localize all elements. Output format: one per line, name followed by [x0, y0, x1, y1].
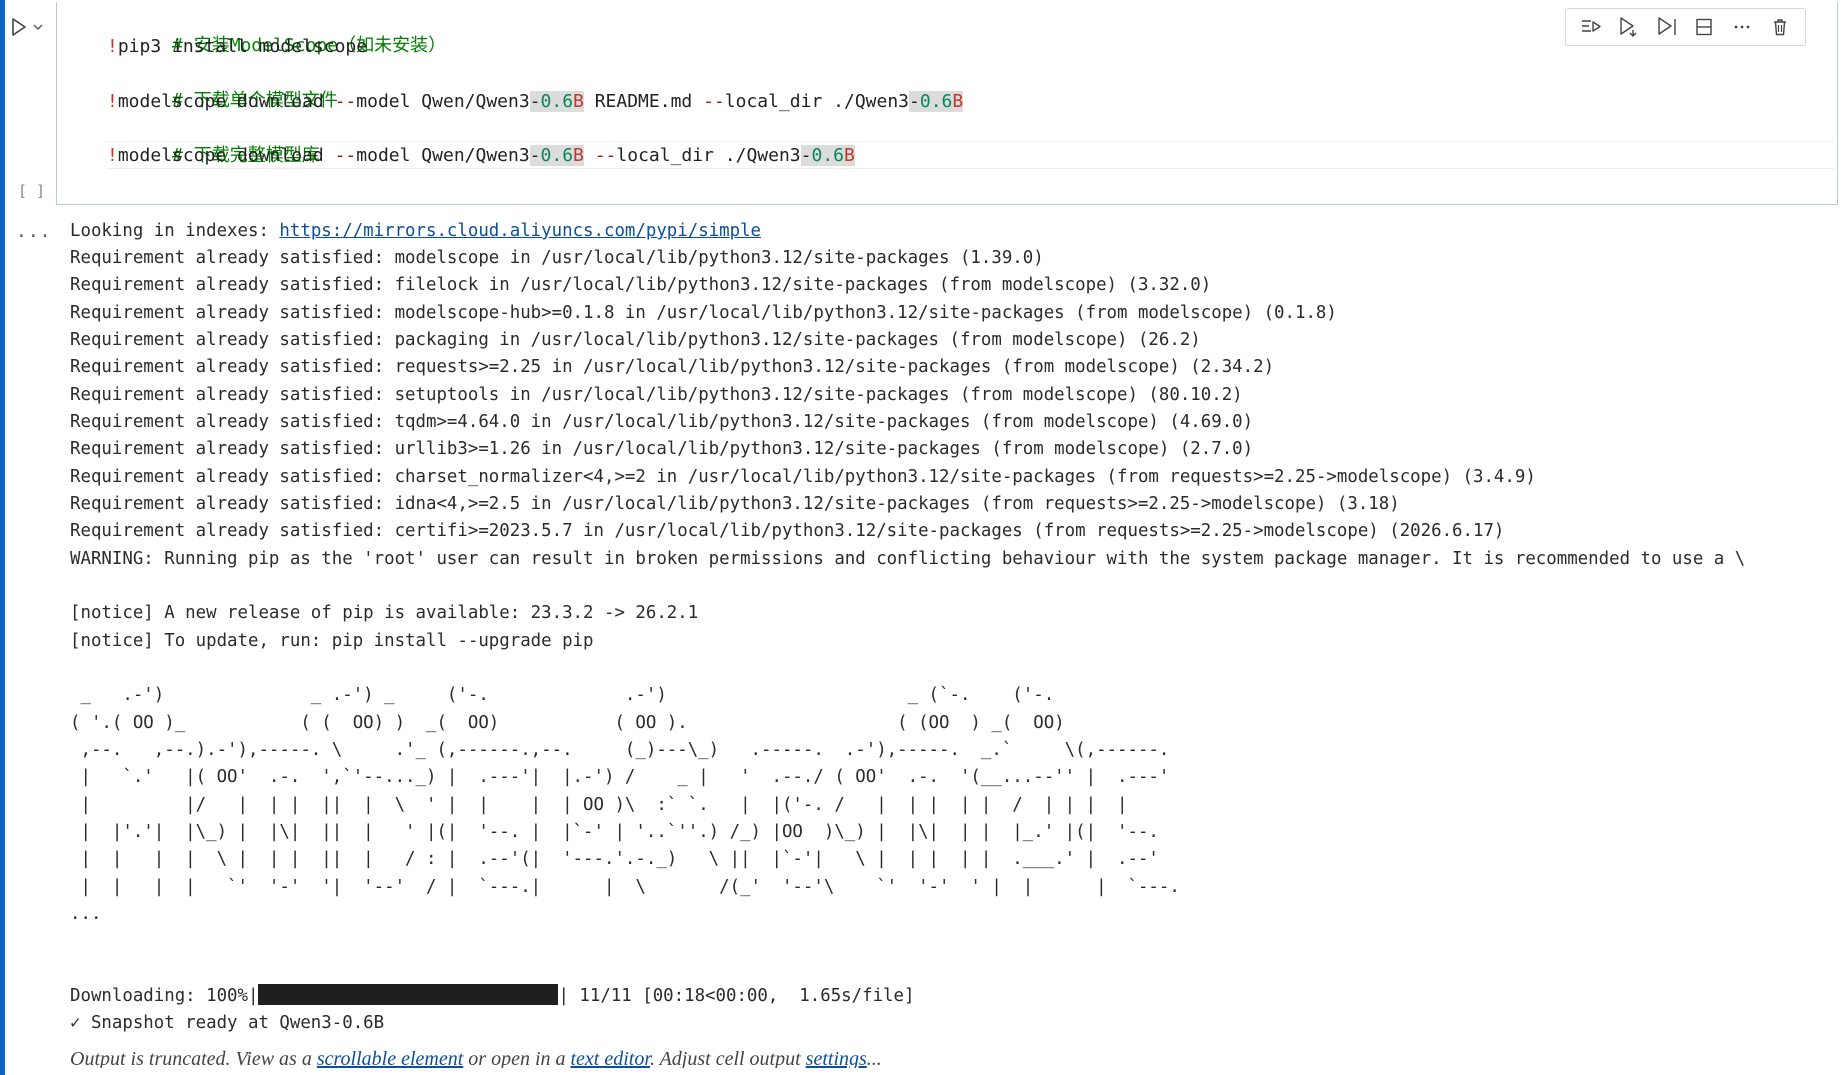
code-line[interactable]: # 下载完整模型库: [107, 115, 320, 166]
output-line: Looking in indexes: https://mirrors.clou…: [70, 221, 762, 241]
output-line: Requirement already satisfied: filelock …: [70, 275, 1212, 295]
execution-count: [ ]: [18, 182, 46, 200]
output-line: Requirement already satisfied: requests>…: [70, 357, 1275, 377]
run-below-button[interactable]: [1614, 12, 1644, 42]
run-above-button[interactable]: [1576, 12, 1606, 42]
ascii-art-line: _ .-') _ .-') _ ('-. .-') _ (`-. ('-.: [70, 685, 1055, 705]
run-below-icon: [1620, 17, 1637, 37]
ascii-art-line: ( '.( OO )_ ( ( OO) ) _( OO) ( OO ). ( (…: [70, 713, 1065, 733]
code-line[interactable]: !modelscope download --model Qwen/Qwen3-…: [107, 88, 964, 115]
code-highlight: -0.6B: [529, 91, 584, 112]
settings-link[interactable]: settings: [806, 1048, 867, 1068]
ellipsis-line: ...: [70, 904, 102, 924]
play-icon: [12, 18, 26, 36]
code-flag: --: [594, 145, 617, 166]
shell-bang: !: [107, 145, 118, 166]
cell-toolbar: [1565, 8, 1806, 46]
run-cell-and-below-button[interactable]: [1652, 12, 1682, 42]
code-highlight: -0.6B: [529, 145, 584, 166]
text-editor-link[interactable]: text editor: [571, 1048, 650, 1068]
cell-focus-bar: [0, 0, 5, 1075]
run-cell-and-below-icon: [1657, 17, 1676, 35]
code-highlight: -0.6B: [800, 145, 855, 166]
output-truncated-notice: Output is truncated. View as a scrollabl…: [70, 1048, 882, 1068]
output-line: Requirement already satisfied: setuptool…: [70, 385, 1243, 405]
more-icon: [1734, 25, 1750, 29]
code-line[interactable]: !modelscope download --model Qwen/Qwen3-…: [107, 142, 855, 169]
code-text: README.md: [583, 91, 704, 112]
download-progress-line: Downloading: 100%| | 11/11 [00:18<00:00, …: [70, 984, 915, 1006]
output-line: Requirement already satisfied: modelscop…: [70, 303, 1337, 323]
code-flag: --: [334, 91, 357, 112]
cell-output: Looking in indexes: https://mirrors.clou…: [70, 218, 1844, 1068]
shell-bang: !: [107, 36, 118, 57]
ascii-art-line: | |/ | | | || | \ ' | | | | OO )\ :` `. …: [70, 795, 1128, 815]
split-cell-icon: [1696, 18, 1713, 36]
index-url-link[interactable]: https://mirrors.cloud.aliyuncs.com/pypi/…: [279, 221, 761, 241]
code-highlight: -0.6B: [909, 91, 964, 112]
delete-cell-button[interactable]: [1765, 12, 1795, 42]
delete-icon: [1774, 19, 1787, 36]
code-text: model Qwen/Qwen3: [356, 91, 530, 112]
output-line: Requirement already satisfied: certifi>=…: [70, 521, 1505, 541]
code-text: local_dir ./Qwen3: [724, 91, 910, 112]
code-text: local_dir ./Qwen3: [616, 145, 801, 166]
output-line: Requirement already satisfied: tqdm>=4.6…: [70, 412, 1254, 432]
output-actions-button[interactable]: ...: [16, 221, 52, 242]
ascii-art-line: ,--. ,--.).-'),-----. \ .'_ (,------.,--…: [70, 740, 1170, 760]
ascii-art-line: | | | | `' '-' '| '--' / | `---.| | \ /(…: [70, 877, 1180, 897]
output-line: Requirement already satisfied: idna<4,>=…: [70, 494, 1400, 514]
shell-bang: !: [107, 91, 118, 112]
ascii-art-line: | `.' |( OO' .-. ',`'--..._) | .---'| |.…: [70, 767, 1170, 787]
progress-bar: [258, 984, 559, 1005]
code-text: modelscope download: [117, 91, 335, 112]
code-text: model Qwen/Qwen3: [356, 145, 530, 166]
more-actions-button[interactable]: [1727, 12, 1757, 42]
run-above-icon: [1581, 20, 1601, 32]
chevron-down-icon[interactable]: [32, 21, 44, 33]
code-line[interactable]: # 安装ModelScope（如未安装）: [107, 5, 446, 56]
split-cell-button[interactable]: [1689, 12, 1719, 42]
notebook-cell: [ ] # 安装ModelScope（如未安装） !pip3 install m…: [0, 0, 1844, 1075]
code-text: modelscope download: [117, 145, 335, 166]
notice-line: [notice] To update, run: pip install --u…: [70, 631, 594, 651]
output-line: Requirement already satisfied: charset_n…: [70, 467, 1536, 487]
code-text: pip3 install modelscope: [117, 36, 368, 57]
output-line: Requirement already satisfied: packaging…: [70, 330, 1201, 350]
ascii-art-line: | |'.'| |\_) | |\| || | ' |(| '--. | |`-…: [70, 822, 1159, 842]
warning-line: WARNING: Running pip as the 'root' user …: [70, 549, 1746, 569]
code-flag: --: [703, 91, 725, 112]
snapshot-line: ✓ Snapshot ready at Qwen3-0.6B: [70, 1013, 385, 1033]
output-line: Requirement already satisfied: modelscop…: [70, 248, 1044, 268]
notice-line: [notice] A new release of pip is availab…: [70, 603, 699, 623]
code-line[interactable]: !pip3 install modelscope: [107, 33, 367, 60]
output-line: Requirement already satisfied: urllib3>=…: [70, 439, 1254, 459]
run-cell-button[interactable]: [10, 10, 56, 44]
code-flag: --: [334, 145, 357, 166]
scrollable-element-link[interactable]: scrollable element: [317, 1048, 463, 1068]
code-line[interactable]: # 下载单个模型文件: [107, 60, 338, 111]
ascii-art-line: | | | | \ | | | || | / : | .--'(| '---.'…: [70, 849, 1159, 869]
